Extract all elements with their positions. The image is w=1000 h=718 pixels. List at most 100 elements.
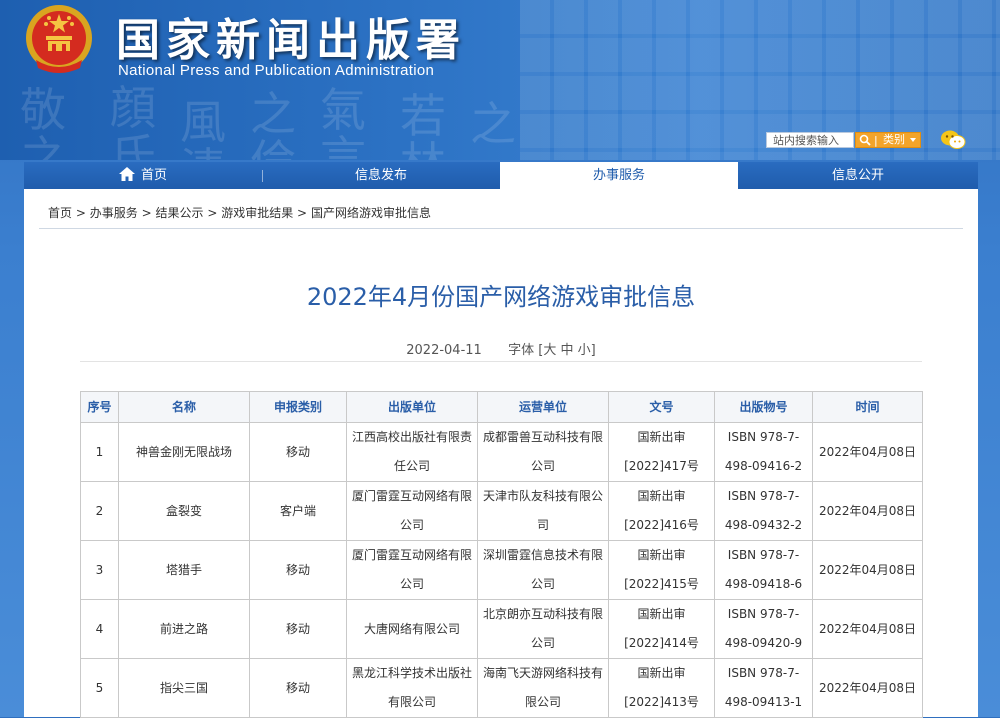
breadcrumb-separator: > [297,206,308,220]
search-category-button[interactable]: | 类别 [855,132,921,148]
breadcrumb-results[interactable]: 结果公示 [155,206,203,220]
divider [39,228,963,229]
nav-item-home[interactable]: 首页 [24,162,262,189]
table-cell: ISBN 978-7-498-09413-1 [714,658,813,718]
divider [80,361,922,362]
breadcrumb-domestic-games[interactable]: 国产网络游戏审批信息 [311,206,431,220]
table-cell: 国新出审[2022]415号 [608,540,715,600]
breadcrumb-services[interactable]: 办事服务 [90,206,138,220]
table-cell: 移动 [249,599,347,659]
table-cell: 厦门雷霆互动网络有限公司 [346,481,478,541]
breadcrumb: 首页 > 办事服务 > 结果公示 > 游戏审批结果 > 国产网络游戏审批信息 [48,204,431,221]
table-cell: 2022年04月08日 [812,658,923,718]
chevron-down-icon [910,138,916,142]
nav-item-label: 信息公开 [831,168,884,183]
column-header: 文号 [608,391,715,423]
header-background-tiles [520,0,1000,160]
column-header: 出版物号 [714,391,813,423]
table-cell: 2022年04月08日 [812,422,923,482]
page-title: 2022年4月份国产网络游戏审批信息 [306,283,696,311]
nav-item-label: 办事服务 [592,168,645,183]
search-input[interactable]: 站内搜索输入 [766,132,854,148]
table-row: 2 盒裂变 客户端 厦门雷霆互动网络有限公司 天津市队友科技有限公司 国新出审[… [80,481,923,541]
table-cell: 江西高校出版社有限责任公司 [346,422,478,482]
bracket-close: ] [590,343,596,358]
table-cell: ISBN 978-7-498-09420-9 [714,599,813,659]
column-header: 运营单位 [477,391,609,423]
table-cell: 厦门雷霆互动网络有限公司 [346,540,478,600]
wechat-icon[interactable] [940,129,966,151]
table-cell: 塔猎手 [118,540,250,600]
table-cell: 2022年04月08日 [812,481,923,541]
breadcrumb-separator: > [207,206,218,220]
column-header: 序号 [80,391,119,423]
table-cell: 移动 [249,540,347,600]
site-header: 敬之风 顔氏 風清 之倫 氣言 若林 之 国家新闻出版署 National Pr… [0,0,1000,160]
nav-item-info-disclosure[interactable]: 信息公开 [738,162,978,189]
national-emblem-icon [26,5,92,73]
table-cell: 5 [80,658,119,718]
table-cell: 黑龙江科学技术出版社有限公司 [346,658,478,718]
table-cell: 2 [80,481,119,541]
table-cell: 成都雷兽互动科技有限公司 [477,422,609,482]
nav-item-label: 首页 [140,168,167,183]
divider: | [874,134,878,147]
breadcrumb-game-approval[interactable]: 游戏审批结果 [221,206,293,220]
home-icon [118,167,135,181]
search-icon[interactable] [859,134,871,146]
table-cell: 盒裂变 [118,481,250,541]
table-cell: 指尖三国 [118,658,250,718]
table-cell: ISBN 978-7-498-09432-2 [714,481,813,541]
game-approval-table: 序号 名称 申报类别 出版单位 运营单位 文号 出版物号 时间 1 神兽金刚无限… [80,391,923,718]
table-cell: 客户端 [249,481,347,541]
font-size-small[interactable]: 小 [578,343,591,358]
calligraphy-decor: 顔氏 [110,81,156,160]
font-size-medium[interactable]: 中 [560,343,573,358]
table-row: 1 神兽金刚无限战场 移动 江西高校出版社有限责任公司 成都雷兽互动科技有限公司… [80,422,923,482]
table-cell: 2022年04月08日 [812,599,923,659]
table-cell: 海南飞天游网络科技有限公司 [477,658,609,718]
table-cell: 天津市队友科技有限公司 [477,481,609,541]
table-cell: 国新出审[2022]414号 [608,599,715,659]
column-header: 出版单位 [346,391,478,423]
publish-date: 2022-04-11 [406,343,482,358]
main-nav: 首页 信息发布 办事服务 信息公开 [24,162,978,189]
calligraphy-decor: 敬之风 [20,83,66,160]
table-cell: 2022年04月08日 [812,540,923,600]
font-size-label: 字体 [508,343,535,358]
table-cell: 移动 [249,422,347,482]
table-cell: ISBN 978-7-498-09416-2 [714,422,813,482]
calligraphy-decor: 之 [470,97,516,151]
table-cell: 移动 [249,658,347,718]
calligraphy-decor: 風清 [180,95,226,160]
breadcrumb-separator: > [75,206,86,220]
article-meta: 2022-04-11 字体 [大 中 小] [24,339,978,358]
breadcrumb-home[interactable]: 首页 [48,206,72,220]
table-cell: 国新出审[2022]413号 [608,658,715,718]
category-label: 类别 [883,133,905,146]
column-header: 时间 [812,391,923,423]
table-cell: 大唐网络有限公司 [346,599,478,659]
table-cell: 4 [80,599,119,659]
nav-item-info-release[interactable]: 信息发布 [262,162,500,189]
table-cell: 北京朗亦互动科技有限公司 [477,599,609,659]
table-row: 3 塔猎手 移动 厦门雷霆互动网络有限公司 深圳雷霆信息技术有限公司 国新出审[… [80,540,923,600]
table-row: 4 前进之路 移动 大唐网络有限公司 北京朗亦互动科技有限公司 国新出审[202… [80,599,923,659]
table-cell: 深圳雷霆信息技术有限公司 [477,540,609,600]
table-cell: 国新出审[2022]417号 [608,422,715,482]
table-cell: 3 [80,540,119,600]
table-cell: 神兽金刚无限战场 [118,422,250,482]
nav-item-services[interactable]: 办事服务 [500,162,738,189]
table-header-row: 序号 名称 申报类别 出版单位 运营单位 文号 出版物号 时间 [80,391,923,423]
table-row: 5 指尖三国 移动 黑龙江科学技术出版社有限公司 海南飞天游网络科技有限公司 国… [80,658,923,718]
column-header: 申报类别 [249,391,347,423]
table-cell: 1 [80,422,119,482]
site-title: 国家新闻出版署 [116,15,466,66]
table-cell: 前进之路 [118,599,250,659]
calligraphy-decor: 氣言 [320,83,366,160]
nav-item-label: 信息发布 [354,168,407,183]
font-size-large[interactable]: 大 [543,343,556,358]
content-panel: 首页 > 办事服务 > 结果公示 > 游戏审批结果 > 国产网络游戏审批信息 2… [24,189,978,718]
calligraphy-decor: 之倫 [250,87,296,160]
table-cell: 国新出审[2022]416号 [608,481,715,541]
